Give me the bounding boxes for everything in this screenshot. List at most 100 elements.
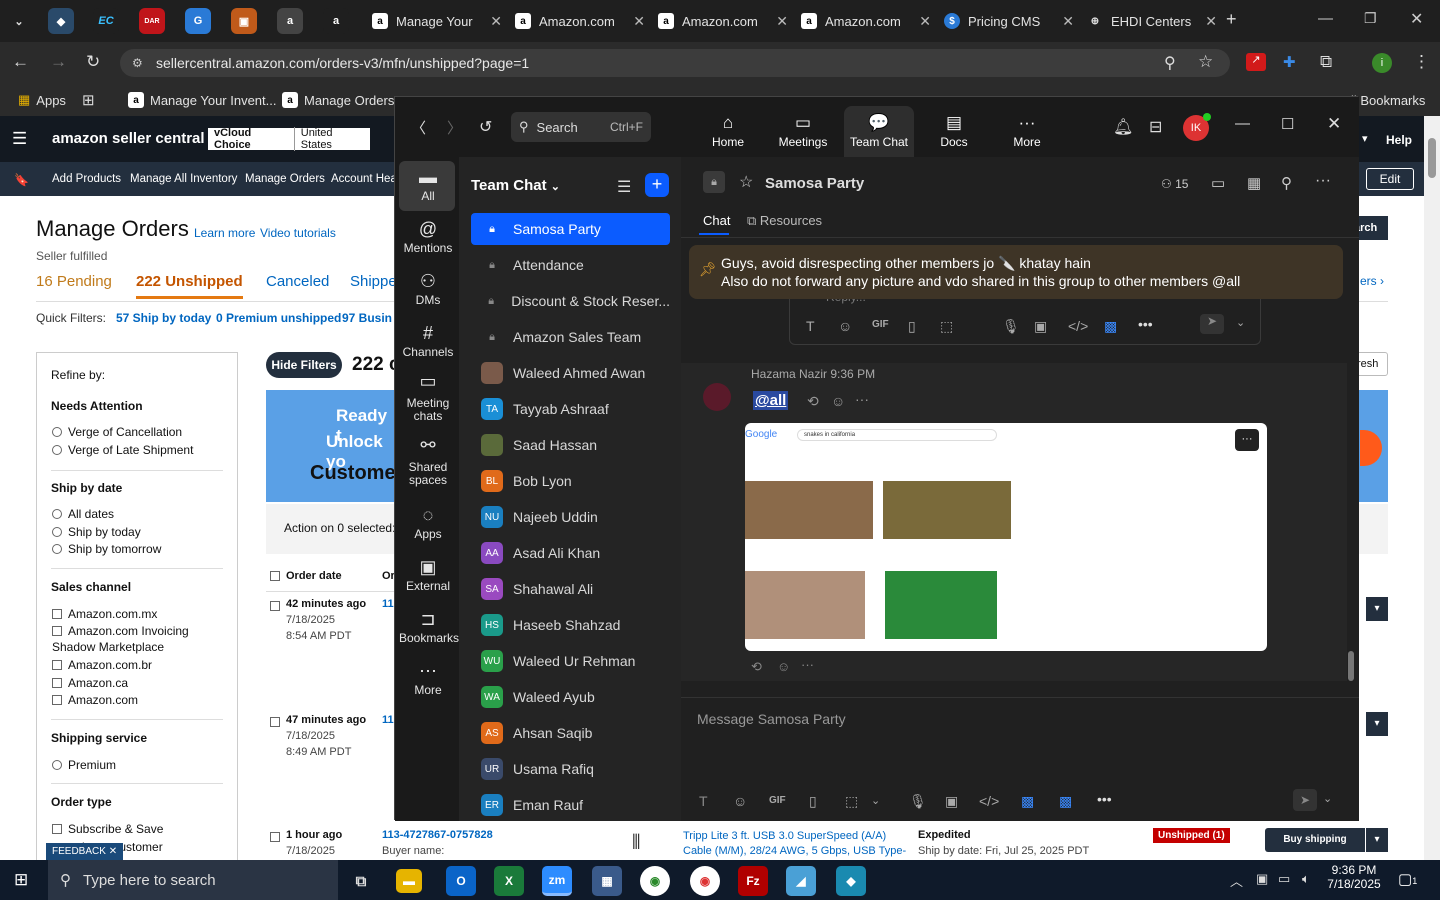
feedback-button[interactable]: FEEDBACK ✕ [46,843,124,860]
back-icon[interactable]: 〈 [411,117,426,138]
send-icon[interactable]: ➤ [1293,789,1317,811]
text-format-icon[interactable]: T [806,318,815,334]
send-icon[interactable]: ➤ [1200,314,1224,334]
channel-item[interactable]: AS Ahsan Saqib [471,717,670,749]
reply-icon[interactable]: ⟲ [751,659,762,675]
filter-amazon-ca[interactable]: Amazon.ca [52,676,128,690]
store-selector[interactable]: vCloud Choice United States [208,127,370,151]
video-call-icon[interactable]: ▭ [1211,174,1225,192]
maximize-icon[interactable]: ☐ [1281,115,1294,133]
tab-amazon-3[interactable]: a Amazon.com ✕ [791,4,931,38]
channel-item[interactable]: NU Najeeb Uddin [471,501,670,533]
pinned-tab-g-icon[interactable]: G [185,8,211,34]
rail-dms[interactable]: ⚇ DMs [399,271,457,307]
pinned-tab-box-icon[interactable]: ▣ [231,8,257,34]
video-clip-icon[interactable]: ▣ [1034,318,1047,335]
file-explorer-icon[interactable]: ▬ [396,869,422,893]
video-clip-icon[interactable]: ▣ [945,793,958,810]
row-checkbox[interactable] [270,830,280,845]
chrome-profile-icon[interactable]: ◉ [690,866,720,896]
microphone-icon[interactable]: 🎙︎ [909,793,927,810]
channel-item[interactable]: 🔒︎ Attendance [471,249,670,281]
filter-icon[interactable]: ☰ [617,177,631,197]
close-tab-icon[interactable]: ✕ [1205,13,1217,30]
close-tab-icon[interactable]: ✕ [1062,13,1074,30]
buy-shipping-button[interactable]: Buy shipping [1265,828,1365,852]
minimize-icon[interactable]: — [1235,115,1250,132]
text-format-icon[interactable]: T [699,793,708,809]
file-icon[interactable]: ▯ [809,793,817,810]
reload-icon[interactable]: ↻ [86,52,100,72]
app-diamond-icon[interactable]: ◆ [836,866,866,896]
filter-amazon-mx[interactable]: Amazon.com.mx [52,607,157,621]
chrome-icon[interactable]: ◉ [640,866,670,896]
windows-start-icon[interactable]: ⊞ [14,870,28,890]
menu-kebab-icon[interactable]: ⋮ [1413,52,1430,72]
nav-manage-inventory[interactable]: Manage All Inventory [130,173,237,185]
bookmark-star-icon[interactable]: ☆ [1198,52,1213,72]
close-tab-icon[interactable]: ✕ [776,13,788,30]
task-view-icon[interactable]: ⧉ [346,866,376,896]
quick-filter-ship-today[interactable]: 57 Ship by today [116,311,211,325]
channel-item[interactable]: Saad Hassan [471,429,670,461]
filezilla-icon[interactable]: Fz [738,866,768,896]
emoji-icon[interactable]: ☺ [838,318,852,334]
channel-item[interactable]: 🔒︎ Samosa Party [471,213,670,245]
tab-unshipped[interactable]: 222 Unshipped [136,273,243,299]
order-id-link[interactable]: 11 [382,714,394,726]
rail-all[interactable]: ▬ All [399,167,457,203]
promo-banner[interactable]: Ready t Unlock yo Custome [266,390,396,502]
zoom-search-box[interactable]: ⚲ Search Ctrl+F [511,112,651,142]
close-tab-icon[interactable]: ✕ [633,13,645,30]
channel-item[interactable]: HS Haseeb Shahzad [471,609,670,641]
volume-icon[interactable]: 🔈︎ [1302,871,1310,887]
more-dots-icon[interactable]: ··· [801,657,814,672]
channel-item[interactable]: SA Shahawal Ali [471,573,670,605]
more-dots-icon[interactable]: ··· [1235,429,1259,451]
tab-manage-your[interactable]: a Manage Your ✕ [362,4,502,38]
team-chat-title[interactable]: Team Chat ⌄ [471,177,560,194]
extension-blue-icon[interactable]: ✚ [1283,53,1296,71]
favorite-star-icon[interactable]: ☆ [739,172,753,192]
notification-icon[interactable]: ▢1 [1398,870,1417,888]
filter-amazon-com[interactable]: Amazon.com [52,693,138,707]
search-icon[interactable]: ⚲ [1281,174,1292,192]
tab-amazon-2[interactable]: a Amazon.com ✕ [648,4,788,38]
bookmark-apps[interactable]: ▦ Apps [18,92,66,108]
page-scrollbar[interactable] [1424,116,1440,860]
code-icon[interactable]: </> [979,793,999,809]
filter-amazon-invoicing[interactable]: Amazon.com Invoicing [52,624,189,638]
tab-search-dropdown-icon[interactable]: ⌄ [6,8,32,34]
chevron-down-icon[interactable]: ▾ [1366,712,1388,736]
row-checkbox[interactable] [270,599,280,614]
channel-item[interactable]: 🔒︎ Discount & Stock Reser... [471,285,670,317]
forward-icon[interactable]: → [50,52,67,72]
bookmark-icon[interactable]: 🔖 [14,173,29,187]
clock[interactable]: 9:36 PM 7/18/2025 [1326,863,1382,891]
more-dots-icon[interactable]: ••• [1097,791,1112,807]
filter-premium[interactable]: Premium [52,758,116,772]
close-tab-icon[interactable]: ✕ [919,13,931,30]
network-icon[interactable]: ▭ [1278,871,1290,887]
members-count[interactable]: ⚇ 15 [1161,177,1188,191]
rail-mentions[interactable]: @ Mentions [399,219,457,255]
channel-item[interactable]: WU Waleed Ur Rehman [471,645,670,677]
app-icon[interactable]: ◢ [786,866,816,896]
video-tutorials-link[interactable]: Video tutorials [260,226,336,240]
chevron-down-icon[interactable]: ▾ [1366,828,1388,852]
chevron-down-icon[interactable]: ▾ [1362,132,1368,145]
filter-all-dates[interactable]: All dates [52,507,114,521]
quick-filter-premium[interactable]: 0 Premium unshipped [216,311,341,325]
taskbar-search[interactable]: ⚲ Type here to search [48,860,338,900]
nav-manage-orders[interactable]: Manage Orders [245,173,325,185]
rail-more[interactable]: ⋯ More [399,661,457,697]
channel-item[interactable]: ER Eman Rauf [471,789,670,821]
reply-icon[interactable]: ⟲ [807,393,819,410]
amazon-seller-central-logo[interactable]: amazon seller central [52,130,205,147]
tray-app-icon[interactable]: ▣ [1256,871,1268,887]
select-all-checkbox[interactable] [270,569,280,584]
order-id-link[interactable]: 113-4727867-0757828 [382,829,493,841]
reaction-icon[interactable]: ☺ [831,393,845,409]
calculator-icon[interactable]: ▦ [592,866,622,896]
forward-icon[interactable]: 〉 [447,117,462,138]
